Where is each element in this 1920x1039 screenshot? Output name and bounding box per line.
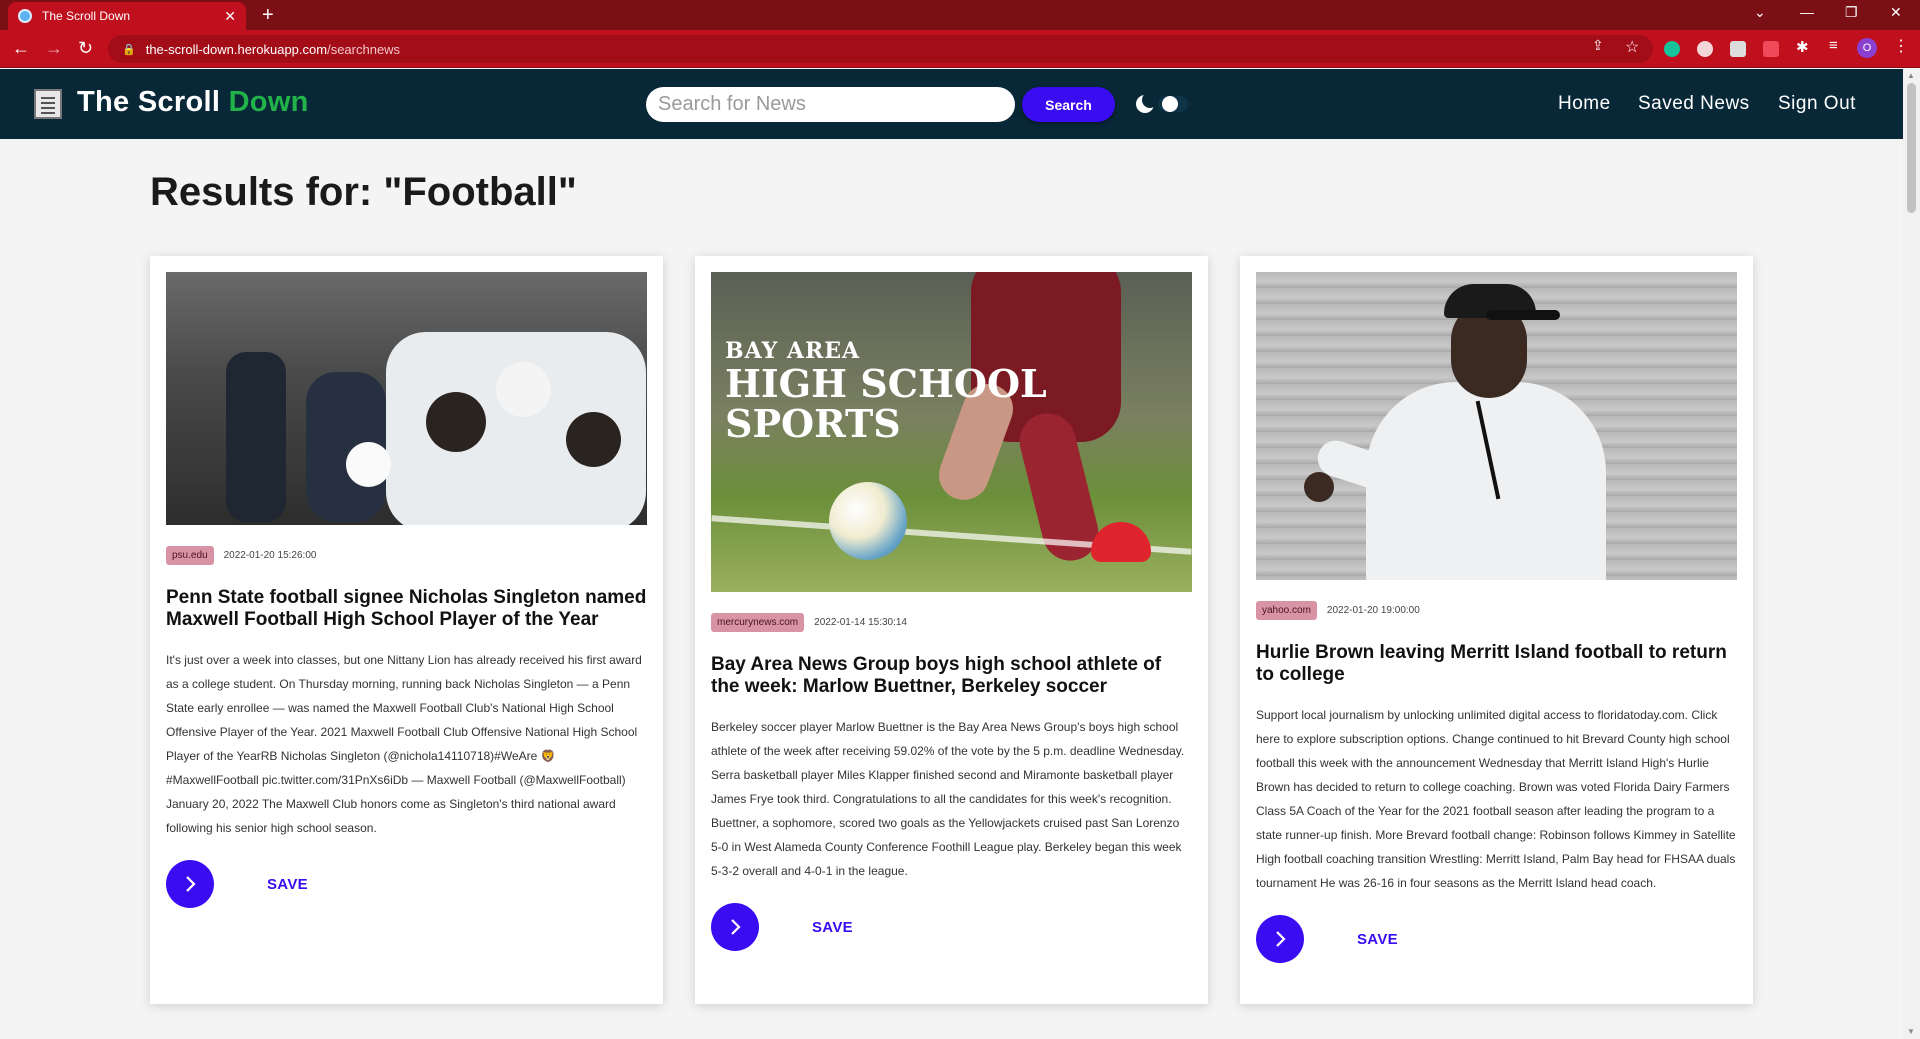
profile-avatar-icon[interactable]: O [1857, 38, 1877, 58]
open-article-button[interactable] [711, 903, 759, 951]
close-tab-icon[interactable]: ✕ [224, 8, 236, 25]
source-badge: yahoo.com [1256, 601, 1317, 620]
source-badge: psu.edu [166, 546, 214, 565]
news-card: BAY AREA HIGH SCHOOL SPORTS mercurynews.… [695, 256, 1208, 1004]
article-description: It's just over a week into classes, but … [166, 653, 642, 835]
newspaper-logo-icon [34, 89, 62, 119]
address-bar[interactable]: 🔒 the-scroll-down.herokuapp.com/searchne… [108, 35, 1653, 63]
nav-saved-news[interactable]: Saved News [1638, 93, 1750, 115]
results-heading: Results for: "Football" [150, 170, 577, 214]
search-input[interactable] [646, 87, 1015, 122]
nav-sign-out[interactable]: Sign Out [1778, 93, 1856, 115]
save-button[interactable]: SAVE [1357, 931, 1398, 948]
search-button[interactable]: Search [1022, 87, 1115, 122]
close-window-icon[interactable]: ✕ [1890, 4, 1902, 21]
news-image [166, 272, 647, 525]
page-scrollbar[interactable]: ▲ ▼ [1903, 69, 1920, 1039]
publish-date: 2022-01-20 15:26:00 [223, 550, 317, 561]
video-extension-icon[interactable] [1763, 41, 1779, 57]
minimize-icon[interactable]: — [1800, 4, 1814, 20]
save-button[interactable]: SAVE [267, 876, 308, 893]
scroll-thumb[interactable] [1907, 83, 1916, 213]
browser-tab[interactable]: The Scroll Down ✕ [8, 2, 246, 30]
browser-tab-bar: The Scroll Down ✕ + ⌄ — ❐ ✕ [0, 0, 1920, 30]
news-image: BAY AREA HIGH SCHOOL SPORTS [711, 272, 1192, 592]
moon-icon [1136, 92, 1158, 113]
url-host: the-scroll-down.herokuapp.com [145, 41, 328, 57]
nav-home[interactable]: Home [1558, 93, 1611, 115]
url-path: /searchnews [327, 41, 401, 57]
article-description: Support local journalism by unlocking un… [1256, 708, 1736, 890]
app-header: The Scroll Down Search Home Saved News S… [0, 69, 1920, 139]
chevron-right-icon [186, 876, 196, 892]
share-icon[interactable]: ⇪ [1592, 37, 1608, 53]
news-card: psu.edu 2022-01-20 15:26:00 Penn State f… [150, 256, 663, 1004]
globe-icon [18, 9, 32, 23]
publish-date: 2022-01-14 15:30:14 [814, 617, 907, 628]
article-title: Hurlie Brown leaving Merritt Island foot… [1256, 642, 1727, 685]
article-description: Berkeley soccer player Marlow Buettner i… [711, 720, 1185, 878]
brand-accent-text: Down [228, 86, 309, 118]
article-title: Bay Area News Group boys high school ath… [711, 654, 1162, 697]
scroll-down-icon[interactable]: ▼ [1907, 1027, 1915, 1036]
toggle-knob [1162, 96, 1178, 112]
brand-title[interactable]: The Scroll Down [77, 86, 309, 119]
bulb-extension-icon[interactable] [1697, 41, 1713, 57]
image-caption-line2: HIGH SCHOOL SPORTS [725, 361, 1047, 446]
soccer-ball-image [829, 482, 907, 560]
open-article-button[interactable] [166, 860, 214, 908]
news-image [1256, 272, 1737, 580]
dark-mode-toggle[interactable] [1136, 92, 1192, 113]
notes-extension-icon[interactable] [1730, 41, 1746, 57]
reload-icon[interactable]: ↻ [78, 38, 93, 59]
lock-icon: 🔒 [122, 43, 136, 56]
open-article-button[interactable] [1256, 915, 1304, 963]
back-icon[interactable]: ← [12, 38, 30, 59]
browser-toolbar: ← → ↻ 🔒 the-scroll-down.herokuapp.com/se… [0, 30, 1920, 68]
chevron-right-icon [731, 919, 741, 935]
bookmark-star-icon[interactable]: ☆ [1625, 37, 1641, 56]
chevron-right-icon [1276, 931, 1286, 947]
reading-list-icon[interactable]: ≡ [1829, 37, 1845, 54]
article-title: Penn State football signee Nicholas Sing… [166, 587, 647, 630]
more-menu-icon[interactable]: ⋮ [1893, 36, 1909, 55]
publish-date: 2022-01-20 19:00:00 [1326, 605, 1420, 616]
source-badge: mercurynews.com [711, 613, 805, 632]
tab-title: The Scroll Down [42, 9, 131, 23]
extensions-puzzle-icon[interactable]: ✱ [1796, 38, 1812, 56]
news-card: yahoo.com 2022-01-20 19:00:00 Hurlie Bro… [1240, 256, 1753, 1004]
save-button[interactable]: SAVE [812, 919, 853, 936]
restore-icon[interactable]: ❐ [1845, 4, 1858, 21]
grammarly-extension-icon[interactable] [1664, 41, 1680, 57]
new-tab-icon[interactable]: + [262, 4, 274, 27]
tab-search-icon[interactable]: ⌄ [1754, 4, 1766, 21]
scroll-up-icon[interactable]: ▲ [1907, 71, 1915, 80]
forward-icon[interactable]: → [45, 38, 63, 59]
brand-main-text: The Scroll [77, 86, 229, 118]
